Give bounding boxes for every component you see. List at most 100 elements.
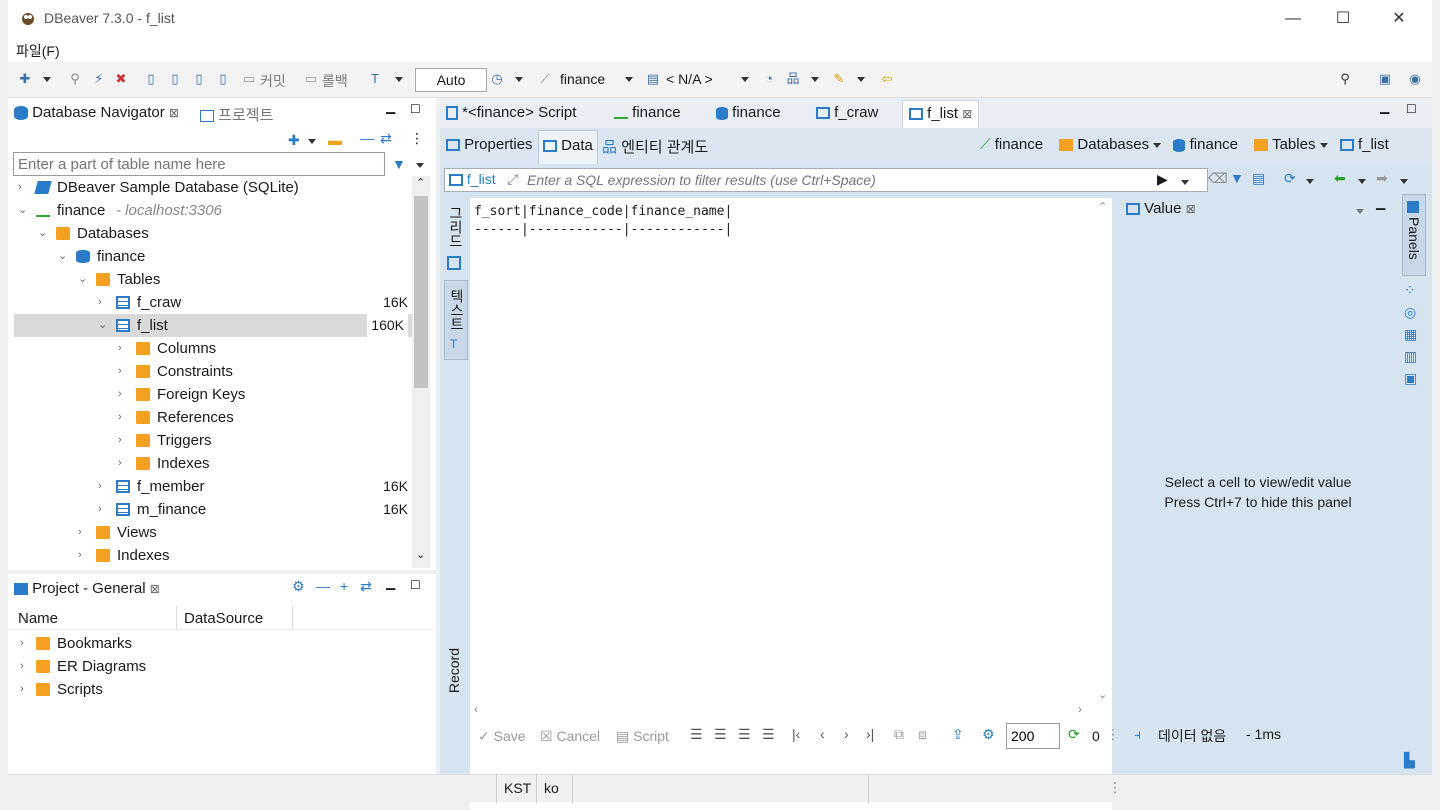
tab-finance-database[interactable]: finance: [716, 104, 781, 121]
filter-history-dropdown-icon[interactable]: [1181, 173, 1189, 189]
collapse-icon[interactable]: ⌄: [58, 245, 70, 268]
collapse-icon[interactable]: ⌄: [78, 268, 90, 291]
tree-item-table-m-finance[interactable]: › m_finance 16K: [14, 498, 412, 521]
new-connection-icon[interactable]: ✚: [18, 72, 32, 86]
network-icon[interactable]: 品: [786, 72, 800, 86]
tab-project-general[interactable]: Project - General ⊠: [14, 580, 160, 608]
fetch-next-icon[interactable]: ⧉: [894, 726, 904, 743]
breadcrumb-tables[interactable]: Tables: [1272, 136, 1315, 153]
expand-icon[interactable]: ›: [118, 383, 130, 406]
gear-icon[interactable]: ⚙: [982, 726, 995, 743]
first-page-icon[interactable]: |‹: [792, 726, 800, 742]
tab-f-craw[interactable]: f_craw: [816, 104, 878, 121]
close-button[interactable]: ✕: [1384, 6, 1414, 32]
network-dropdown-icon[interactable]: [808, 72, 822, 86]
next-page-icon[interactable]: ›: [844, 726, 849, 742]
disconnect-icon[interactable]: ✖: [114, 72, 128, 86]
tab-text[interactable]: 텍스트 T: [444, 280, 468, 360]
script-button[interactable]: ▤ Script: [616, 728, 669, 745]
copy-row-icon[interactable]: ☰: [738, 726, 751, 743]
breadcrumb-connection[interactable]: finance: [995, 136, 1043, 153]
breadcrumb-database[interactable]: finance: [1190, 136, 1238, 153]
menu-file[interactable]: 파일(F): [16, 41, 60, 61]
edit-row-icon[interactable]: ☰: [690, 726, 703, 743]
expand-icon[interactable]: ›: [20, 655, 32, 678]
add-row-icon[interactable]: ☰: [714, 726, 727, 743]
scroll-right-icon[interactable]: ›: [1078, 702, 1082, 716]
dashboard-icon[interactable]: ◔: [762, 72, 776, 86]
expand-icon[interactable]: ›: [118, 429, 130, 452]
column-header-name[interactable]: Name: [18, 610, 58, 627]
filter-icon[interactable]: ▼: [1230, 170, 1244, 186]
panel-layout-icon[interactable]: ▙: [1404, 752, 1415, 769]
expand-icon[interactable]: ›: [118, 360, 130, 383]
pin-dropdown-icon[interactable]: [854, 72, 868, 86]
sql-editor-icon[interactable]: ▯: [144, 72, 158, 86]
results-text-view[interactable]: f_sort|finance_code|finance_name| ------…: [470, 198, 1112, 810]
project-item-bookmarks[interactable]: › Bookmarks: [8, 632, 406, 655]
new-folder-icon[interactable]: ▬: [328, 132, 342, 148]
link-editor-icon[interactable]: ⇄: [360, 578, 372, 595]
close-panel-icon[interactable]: ⊠: [1186, 202, 1196, 216]
scroll-down-icon[interactable]: ⌄: [1098, 688, 1107, 701]
breadcrumb-databases[interactable]: Databases: [1077, 136, 1149, 153]
link-editor-icon[interactable]: ⇄: [380, 130, 392, 147]
value-panel-menu-icon[interactable]: [1356, 202, 1364, 218]
minimize-button[interactable]: —: [1278, 6, 1308, 32]
calc-icon[interactable]: ▦: [1404, 326, 1417, 343]
tree-item-table-f-member[interactable]: › f_member 16K: [14, 475, 412, 498]
grouping-icon[interactable]: ⁘: [1404, 282, 1416, 299]
tree-item-columns[interactable]: › Columns: [14, 337, 412, 360]
references-icon[interactable]: ▥: [1404, 348, 1417, 365]
back-icon[interactable]: ⇦: [880, 72, 894, 86]
back-dropdown-icon[interactable]: [1358, 172, 1366, 188]
collapse-icon[interactable]: ⌄: [98, 314, 110, 337]
connection-dropdown-icon[interactable]: [622, 72, 636, 86]
layout-icon[interactable]: ▣: [1404, 370, 1417, 387]
expand-icon[interactable]: ›: [98, 291, 110, 314]
subtab-data[interactable]: Data: [538, 130, 598, 164]
scroll-up-icon[interactable]: ⌃: [416, 176, 425, 189]
close-tab-icon[interactable]: ⊠: [962, 107, 972, 121]
refresh-dropdown-icon[interactable]: [1306, 172, 1314, 188]
tree-item-table-f-craw[interactable]: › f_craw 16K: [14, 291, 412, 314]
search-icon[interactable]: ⚲: [1338, 72, 1352, 86]
tree-item-indexes[interactable]: › Indexes: [14, 452, 412, 475]
tree-item-sample-db[interactable]: › DBeaver Sample Database (SQLite): [14, 176, 412, 199]
tree-item-views[interactable]: › Views: [14, 521, 412, 544]
transaction-dropdown-icon[interactable]: [392, 72, 406, 86]
apply-filter-icon[interactable]: ▶: [1157, 171, 1168, 188]
scroll-left-icon[interactable]: ‹: [474, 702, 478, 716]
new-dropdown-icon[interactable]: [308, 132, 316, 148]
project-item-er-diagrams[interactable]: › ER Diagrams: [8, 655, 406, 678]
subtab-properties[interactable]: Properties: [446, 136, 533, 153]
sql-filter-input[interactable]: [527, 170, 1149, 190]
subtab-er-diagram[interactable]: 品 엔티티 관계도: [602, 136, 708, 157]
filter-icon[interactable]: ▼: [392, 156, 406, 172]
erase-filter-icon[interactable]: ⌫: [1208, 170, 1228, 187]
active-schema-select[interactable]: < N/A >: [666, 71, 713, 87]
tree-item-triggers[interactable]: › Triggers: [14, 429, 412, 452]
expand-icon[interactable]: ›: [98, 475, 110, 498]
tree-item-indexes-db[interactable]: › Indexes: [14, 544, 412, 567]
forward-dropdown-icon[interactable]: [1400, 172, 1408, 188]
back-icon[interactable]: ⬅: [1334, 170, 1346, 187]
collapse-all-icon[interactable]: —: [360, 130, 374, 146]
previous-page-icon[interactable]: ‹: [820, 726, 825, 742]
expand-icon[interactable]: ›: [118, 406, 130, 429]
invalidate-icon[interactable]: ⚡: [92, 72, 106, 86]
collapse-icon[interactable]: ⌄: [38, 222, 50, 245]
tab-database-navigator[interactable]: Database Navigator ⊠: [14, 104, 179, 132]
fetch-size-input[interactable]: [1006, 723, 1060, 749]
tree-item-foreign-keys[interactable]: › Foreign Keys: [14, 383, 412, 406]
collapse-all-icon[interactable]: —: [316, 578, 330, 594]
cancel-button[interactable]: ☒ Cancel: [540, 728, 600, 745]
forward-icon[interactable]: ➡: [1376, 170, 1388, 187]
minimize-panel-icon[interactable]: ▁: [386, 100, 395, 114]
scroll-down-icon[interactable]: ⌄: [416, 548, 425, 561]
tree-item-finance-db[interactable]: ⌄ finance: [14, 245, 412, 268]
toolbar-overflow-icon[interactable]: ⋮: [1106, 726, 1120, 743]
tree-item-finance-connection[interactable]: ⌄ finance - localhost:3306: [14, 199, 412, 222]
add-icon[interactable]: +: [340, 578, 348, 594]
schema-dropdown-icon[interactable]: [738, 72, 752, 86]
